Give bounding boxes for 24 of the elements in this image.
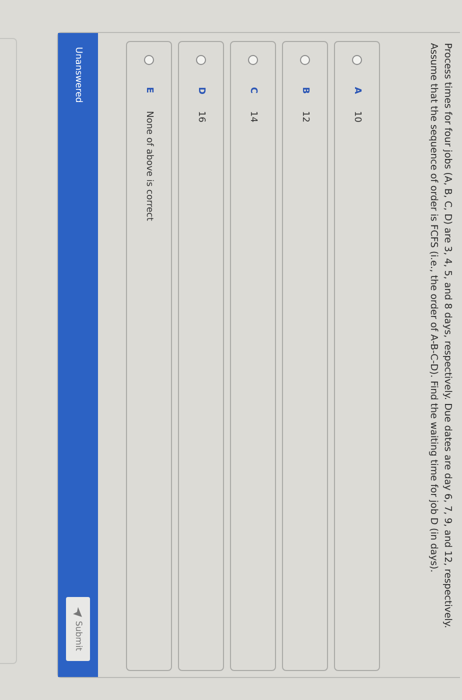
radio-button[interactable]: [248, 55, 258, 65]
option-letter: E: [144, 87, 154, 96]
answer-option[interactable]: B 12: [282, 41, 328, 671]
option-text: 16: [196, 111, 206, 122]
radio-button[interactable]: [196, 55, 206, 65]
option-letter: C: [248, 87, 258, 96]
option-letter: D: [196, 87, 206, 96]
option-text: None of above is correct: [144, 111, 154, 221]
question-text: Process times for four jobs (A, B, C, D) are 3, 4, 5, and 8 days, respectively. Due dates are day 6, 7, 9, and 12, respectively. Assume that the sequence of order is FCFS (i.e., the order of A-B-C-D). Find the waiting time for job D (in days).: [427, 43, 454, 630]
radio-button[interactable]: [352, 55, 362, 65]
option-text: 14: [248, 111, 258, 122]
option-letter: B: [300, 87, 310, 96]
status-text: Unanswered: [73, 47, 83, 103]
option-text: 12: [300, 111, 310, 122]
submit-button[interactable]: Submit: [66, 596, 90, 661]
answer-option[interactable]: D 16: [178, 41, 224, 671]
answer-option[interactable]: C 14: [230, 41, 276, 671]
answer-option[interactable]: A 10: [334, 41, 380, 671]
option-text: 10: [352, 111, 362, 122]
radio-button[interactable]: [300, 55, 310, 65]
option-letter: A: [352, 87, 362, 96]
radio-button[interactable]: [144, 55, 154, 65]
send-icon: [74, 606, 82, 617]
answer-option[interactable]: E None of above is correct: [126, 41, 172, 671]
